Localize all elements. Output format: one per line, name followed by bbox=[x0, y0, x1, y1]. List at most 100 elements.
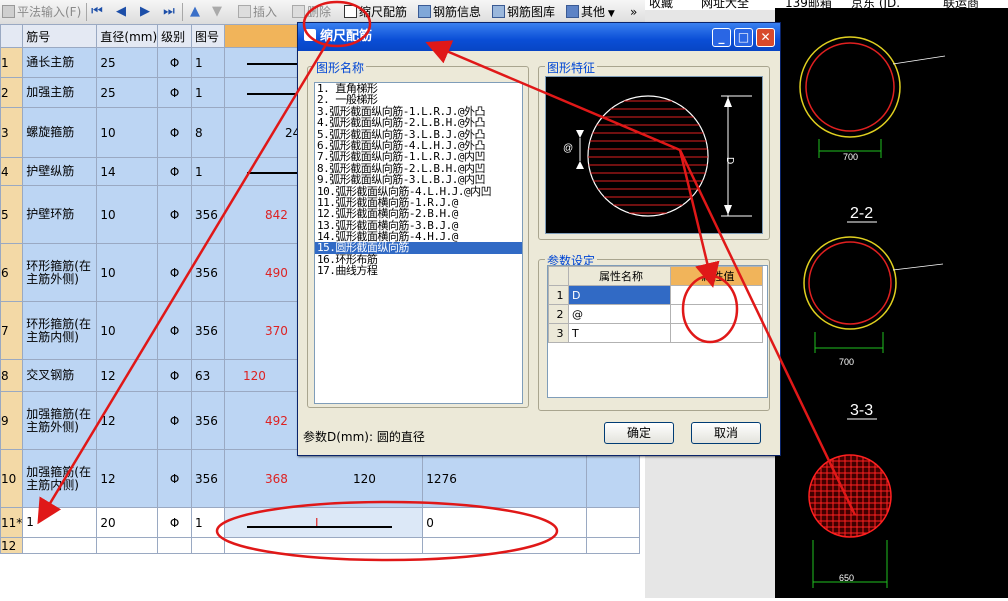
cell-figure[interactable]: 356 bbox=[191, 185, 225, 244]
cell-diameter[interactable] bbox=[96, 537, 159, 554]
cell-diameter[interactable]: 25 bbox=[96, 77, 159, 108]
cell-extra[interactable] bbox=[585, 507, 641, 538]
cell-grade[interactable]: Φ bbox=[157, 359, 193, 392]
cancel-button[interactable]: 取消 bbox=[691, 422, 761, 444]
row-number[interactable]: 6 bbox=[0, 243, 24, 302]
cell-figure[interactable]: 356 bbox=[191, 301, 225, 360]
cell-bar-name[interactable]: 环形箍筋(在主筋外侧) bbox=[22, 243, 98, 302]
row-number[interactable]: 9 bbox=[0, 391, 24, 450]
shape-list-item[interactable]: 17.曲线方程 bbox=[315, 265, 522, 277]
cell-diameter[interactable]: 10 bbox=[96, 107, 159, 158]
cell-grade[interactable]: Φ bbox=[157, 507, 193, 538]
param-value-input[interactable] bbox=[670, 323, 763, 343]
cell-figure[interactable]: 356 bbox=[191, 391, 225, 450]
cell-shape[interactable]: 368 120 bbox=[223, 449, 424, 508]
cell-bar-name[interactable]: 交叉钢筋 bbox=[22, 359, 98, 392]
cell-diameter[interactable]: 12 bbox=[96, 391, 159, 450]
table-row[interactable]: 12 bbox=[0, 537, 641, 554]
insert-button[interactable]: 插入 bbox=[238, 3, 277, 21]
ok-button[interactable]: 确定 bbox=[604, 422, 674, 444]
cell-figure[interactable]: 1 bbox=[191, 47, 225, 78]
next-record-icon[interactable]: ▶ bbox=[138, 4, 152, 19]
toolbar-overflow-button[interactable]: » bbox=[630, 3, 637, 21]
shape-list-item[interactable]: 9.弧形截面纵向筋-3.L.B.J.@内凹 bbox=[315, 174, 522, 186]
row-number[interactable]: 4 bbox=[0, 157, 24, 186]
cell-diameter[interactable]: 10 bbox=[96, 301, 159, 360]
cell-bar-name[interactable]: 加强主筋 bbox=[22, 77, 98, 108]
cell-bar-name[interactable]: 加强箍筋(在主筋内侧) bbox=[22, 449, 98, 508]
cell-grade[interactable]: Φ bbox=[157, 449, 193, 508]
cell-diameter[interactable]: 10 bbox=[96, 243, 159, 302]
param-value-input[interactable] bbox=[670, 285, 763, 305]
cell-diameter[interactable]: 12 bbox=[96, 359, 159, 392]
cell-grade[interactable] bbox=[157, 537, 193, 554]
row-number[interactable]: 12 bbox=[0, 537, 24, 554]
cell-bar-name[interactable]: 护壁纵筋 bbox=[22, 157, 98, 186]
cell-grade[interactable]: Φ bbox=[157, 77, 193, 108]
cell-bar-name[interactable]: 1 bbox=[22, 507, 98, 538]
cell-bar-name[interactable]: 环形箍筋(在主筋内侧) bbox=[22, 301, 98, 360]
row-number[interactable]: 10 bbox=[0, 449, 24, 508]
param-row[interactable]: 1D bbox=[548, 285, 763, 305]
cell-diameter[interactable]: 12 bbox=[96, 449, 159, 508]
shape-list-item[interactable]: 4.弧形截面纵向筋-2.L.B.H.@外凸 bbox=[315, 117, 522, 129]
cell-grade[interactable]: Φ bbox=[157, 107, 193, 158]
cell-figure[interactable]: 356 bbox=[191, 449, 225, 508]
cell-grade[interactable]: Φ bbox=[157, 185, 193, 244]
cell-grade[interactable]: Φ bbox=[157, 47, 193, 78]
cell-figure[interactable]: 356 bbox=[191, 243, 225, 302]
param-value-input[interactable] bbox=[670, 304, 763, 324]
row-number[interactable]: 5 bbox=[0, 185, 24, 244]
param-row[interactable]: 3T bbox=[548, 323, 763, 343]
rebar-library-button[interactable]: 钢筋图库 bbox=[492, 3, 555, 21]
dialog-title-bar[interactable]: 缩尺配筋 _ □ ✕ bbox=[298, 23, 780, 51]
other-menu-button[interactable]: 其他 ▼ bbox=[566, 3, 615, 21]
prev-record-icon[interactable]: ◀ bbox=[114, 4, 128, 19]
cell-bar-name[interactable]: 护壁环筋 bbox=[22, 185, 98, 244]
cell-figure[interactable]: 1 bbox=[191, 157, 225, 186]
cell-figure[interactable]: 1 bbox=[191, 507, 225, 538]
delete-button[interactable]: 删除 bbox=[292, 3, 331, 21]
cell-figure[interactable]: 63 bbox=[191, 359, 225, 392]
cell-bar-name[interactable] bbox=[22, 537, 98, 554]
cell-bar-name[interactable]: 加强箍筋(在主筋外侧) bbox=[22, 391, 98, 450]
scale-rebar-button[interactable]: 缩尺配筋 bbox=[344, 3, 407, 21]
row-number[interactable]: 1 bbox=[0, 47, 24, 78]
row-number[interactable]: 7 bbox=[0, 301, 24, 360]
cell-length[interactable] bbox=[422, 537, 587, 554]
cell-length[interactable]: 1276 bbox=[422, 449, 587, 508]
param-name[interactable]: D bbox=[568, 285, 671, 305]
minimize-button[interactable]: _ bbox=[712, 28, 731, 47]
plan-input-button[interactable]: 平法输入(F) bbox=[2, 3, 81, 21]
rebar-info-button[interactable]: 钢筋信息 bbox=[418, 3, 481, 21]
cell-shape[interactable] bbox=[223, 537, 424, 554]
cell-bar-name[interactable]: 螺旋箍筋 bbox=[22, 107, 98, 158]
cell-grade[interactable]: Φ bbox=[157, 157, 193, 186]
cell-figure[interactable]: 8 bbox=[191, 107, 225, 158]
cell-length[interactable]: 0 bbox=[422, 507, 587, 538]
cell-extra[interactable] bbox=[585, 537, 641, 554]
cell-diameter[interactable]: 10 bbox=[96, 185, 159, 244]
shape-list[interactable]: 1. 直角梯形 2. 一般梯形 3.弧形截面纵向筋-1.L.R.J.@外凸 4.弧形截… bbox=[314, 82, 523, 404]
first-record-icon[interactable]: ⏮ bbox=[90, 4, 104, 19]
last-record-icon[interactable]: ⏭ bbox=[162, 4, 176, 19]
cell-diameter[interactable]: 25 bbox=[96, 47, 159, 78]
param-name[interactable]: @ bbox=[568, 304, 671, 324]
cell-figure[interactable] bbox=[191, 537, 225, 554]
table-row[interactable]: 11* 1 20 Φ 1 L 0 bbox=[0, 507, 641, 538]
cell-extra[interactable] bbox=[585, 449, 641, 508]
move-down-icon[interactable]: ▼ bbox=[210, 4, 224, 19]
row-number[interactable]: 2 bbox=[0, 77, 24, 108]
cell-figure[interactable]: 1 bbox=[191, 77, 225, 108]
cell-shape[interactable]: L bbox=[223, 507, 424, 538]
row-number[interactable]: 3 bbox=[0, 107, 24, 158]
param-row[interactable]: 2 @ bbox=[548, 304, 763, 324]
row-number[interactable]: 8 bbox=[0, 359, 24, 392]
table-row[interactable]: 10 加强箍筋(在主筋内侧) 12 Φ 356 368 120 1276 bbox=[0, 449, 641, 508]
cell-grade[interactable]: Φ bbox=[157, 301, 193, 360]
row-number[interactable]: 11* bbox=[0, 507, 24, 538]
cell-bar-name[interactable]: 通长主筋 bbox=[22, 47, 98, 78]
cell-diameter[interactable]: 20 bbox=[96, 507, 159, 538]
close-button[interactable]: ✕ bbox=[756, 28, 775, 47]
move-up-icon[interactable]: ▲ bbox=[188, 4, 202, 19]
